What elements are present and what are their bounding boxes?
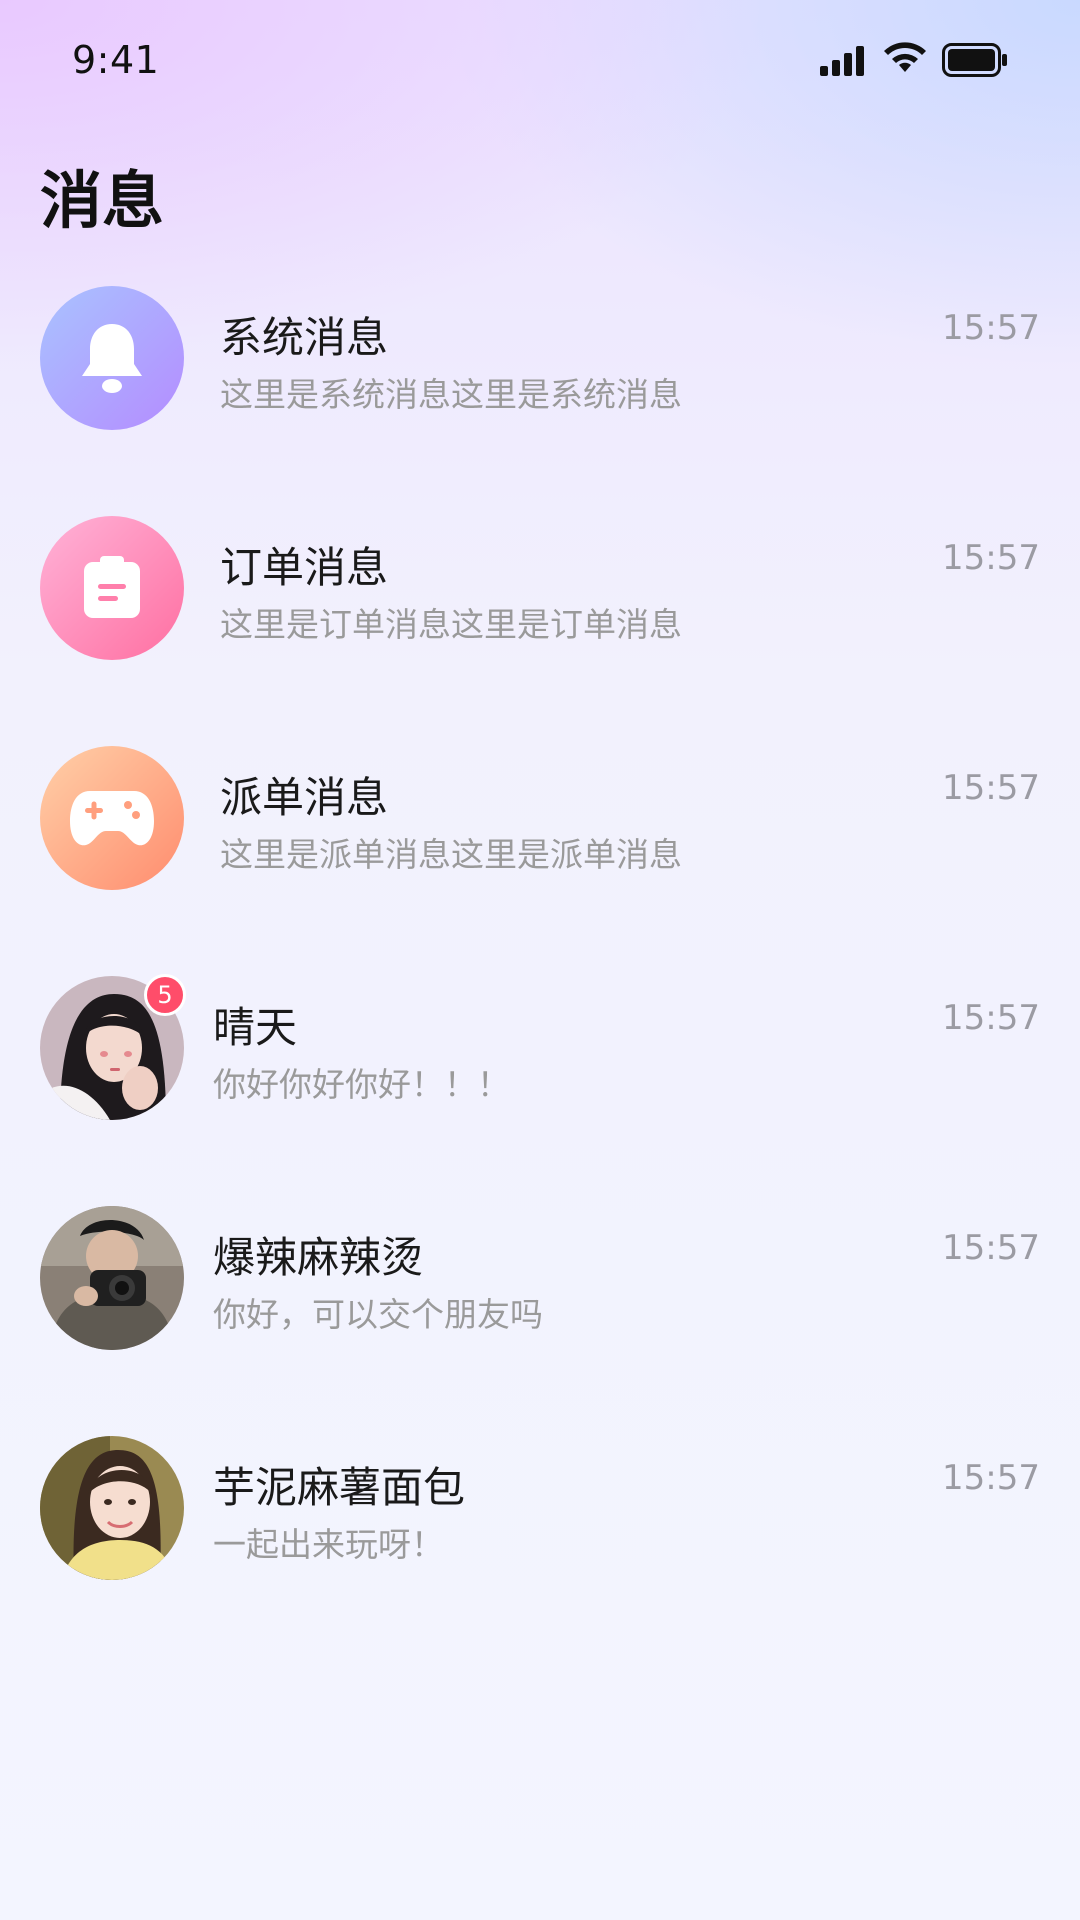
user-photo (40, 1206, 184, 1350)
message-preview: 这里是订单消息这里是订单消息 (220, 605, 682, 644)
message-time: 15:57 (942, 1458, 1040, 1498)
message-preview: 这里是系统消息这里是系统消息 (220, 375, 682, 414)
message-preview: 你好你好你好！！！ (213, 1065, 510, 1104)
clipboard-icon (84, 556, 140, 618)
message-preview: 这里是派单消息这里是派单消息 (220, 835, 682, 874)
system-avatar (40, 286, 184, 430)
message-time: 15:57 (942, 538, 1040, 578)
list-item[interactable]: 系统消息 这里是系统消息这里是系统消息 15:57 (0, 280, 1080, 510)
user-avatar-wrap: 5 (40, 974, 186, 1120)
dispatch-avatar (40, 746, 184, 890)
message-name: 芋泥麻薯面包 (213, 1463, 466, 1512)
user-avatar-wrap (40, 1206, 184, 1350)
list-item[interactable]: 派单消息 这里是派单消息这里是派单消息 15:57 (0, 740, 1080, 970)
list-item[interactable]: 订单消息 这里是订单消息这里是订单消息 15:57 (0, 510, 1080, 740)
user-avatar[interactable] (40, 1206, 184, 1350)
message-preview: 一起出来玩呀！ (213, 1525, 444, 1564)
user-avatar-wrap (40, 1436, 184, 1580)
list-item[interactable]: 5 晴天 你好你好你好！！！ 15:57 (0, 970, 1080, 1200)
message-list: 系统消息 这里是系统消息这里是系统消息 15:57 订单消息 这里是订单消息这里… (0, 280, 1080, 1660)
message-name: 晴天 (213, 1003, 298, 1052)
battery-icon (942, 43, 1007, 77)
message-preview: 你好，可以交个朋友吗 (213, 1295, 543, 1334)
list-item[interactable]: 爆辣麻辣烫 你好，可以交个朋友吗 15:57 (0, 1200, 1080, 1430)
message-name: 派单消息 (220, 773, 389, 822)
message-name: 系统消息 (220, 313, 389, 362)
unread-badge: 5 (144, 974, 186, 1016)
message-name: 爆辣麻辣烫 (213, 1233, 424, 1282)
bell-icon (82, 324, 142, 393)
gamepad-icon (70, 791, 154, 846)
message-time: 15:57 (942, 1228, 1040, 1268)
user-avatar[interactable] (40, 1436, 184, 1580)
message-time: 15:57 (942, 308, 1040, 348)
page-title: 消息 (40, 164, 165, 237)
status-time: 9:41 (72, 38, 160, 82)
user-photo (40, 1436, 184, 1580)
signal-icon (820, 46, 864, 76)
wifi-icon (884, 42, 926, 72)
message-time: 15:57 (942, 998, 1040, 1038)
message-time: 15:57 (942, 768, 1040, 808)
order-avatar (40, 516, 184, 660)
status-bar: 9:41 (0, 0, 1080, 120)
list-item[interactable]: 芋泥麻薯面包 一起出来玩呀！ 15:57 (0, 1430, 1080, 1660)
message-name: 订单消息 (220, 543, 389, 592)
